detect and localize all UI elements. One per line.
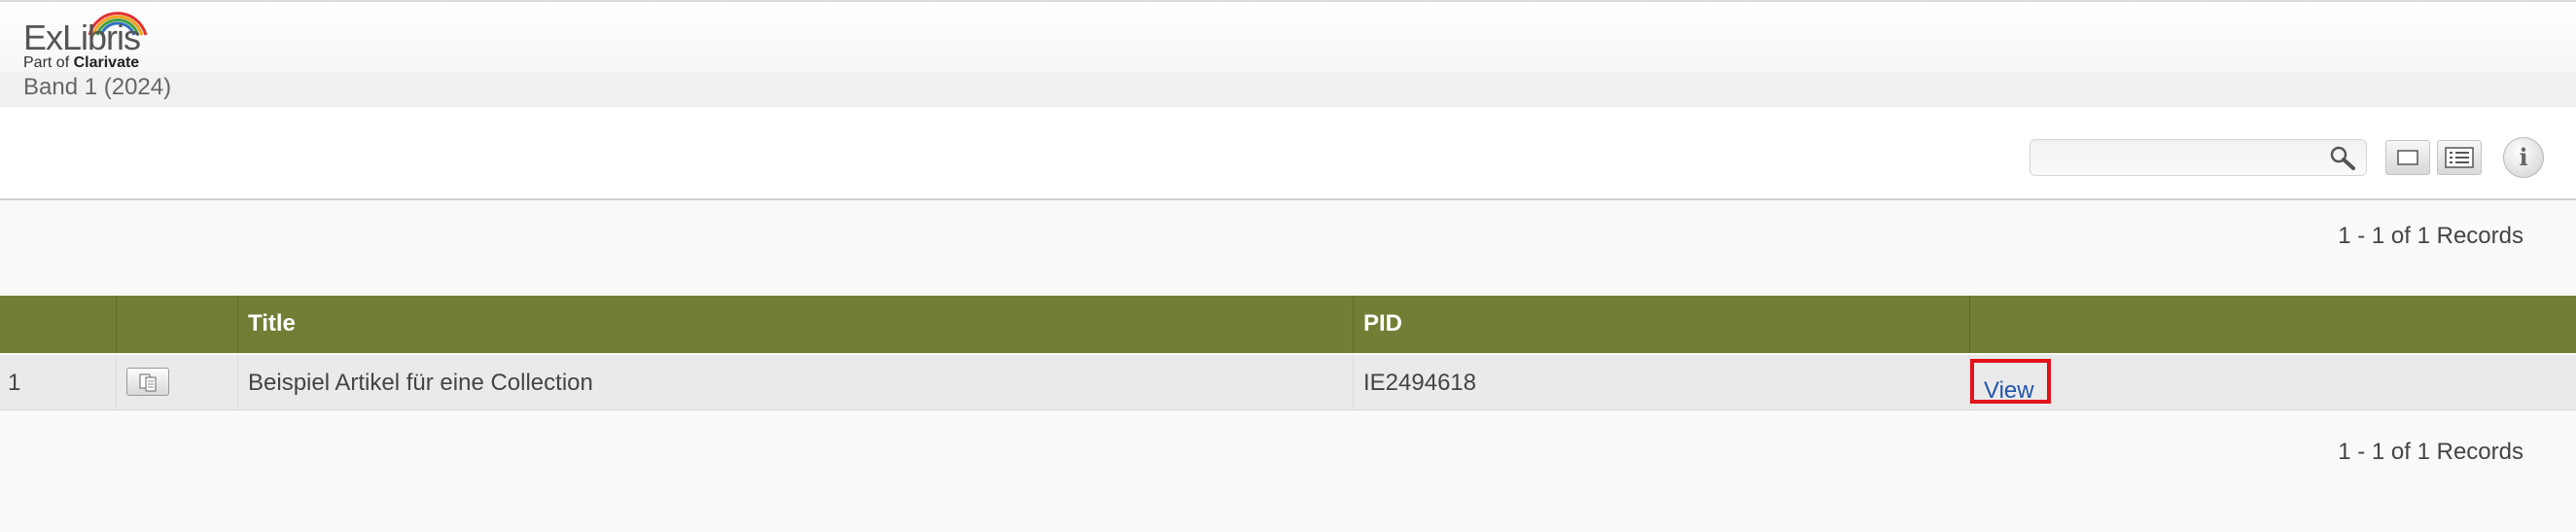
row-title: Beispiel Artikel für eine Collection bbox=[248, 370, 593, 396]
document-icon[interactable] bbox=[126, 368, 169, 396]
info-button[interactable]: i bbox=[2503, 137, 2544, 178]
exlibris-logo: ExLibris Part of Clarivate bbox=[23, 8, 169, 74]
records-summary-bottom: 1 - 1 of 1 Records bbox=[2338, 439, 2523, 465]
logo-subtitle: Part of Clarivate bbox=[23, 54, 139, 72]
row-action-cell: View bbox=[1970, 355, 2576, 409]
header-action bbox=[1970, 296, 2576, 353]
toolbar: i bbox=[0, 107, 2576, 200]
search-box bbox=[2029, 139, 2367, 176]
header-pid[interactable]: PID bbox=[1354, 296, 1970, 353]
row-title-cell: Beispiel Artikel für eine Collection bbox=[238, 355, 1354, 409]
list-view-icon bbox=[2445, 147, 2474, 168]
list-view-button[interactable] bbox=[2437, 140, 2482, 175]
records-summary-top: 1 - 1 of 1 Records bbox=[2338, 223, 2523, 249]
table-row: 1 Beispiel Artikel für eine Collection I… bbox=[0, 355, 2576, 410]
header-number bbox=[0, 296, 117, 353]
search-input[interactable] bbox=[2040, 144, 2316, 173]
table-header: Title PID bbox=[0, 296, 2576, 353]
search-icon[interactable] bbox=[2328, 144, 2357, 171]
row-icon-cell bbox=[117, 355, 238, 409]
collection-band: Band 1 (2024) bbox=[0, 72, 2576, 107]
row-number-cell: 1 bbox=[0, 355, 117, 409]
logo-sub-brand: Clarivate bbox=[73, 54, 140, 71]
header-icon bbox=[117, 296, 238, 353]
row-pid-cell: IE2494618 bbox=[1354, 355, 1970, 409]
header-title[interactable]: Title bbox=[238, 296, 1354, 353]
collection-title: Band 1 (2024) bbox=[23, 74, 172, 100]
logo-wordmark: ExLibris bbox=[23, 18, 141, 57]
logo-sub-prefix: Part of bbox=[23, 54, 70, 71]
info-icon: i bbox=[2519, 143, 2528, 171]
single-view-button[interactable] bbox=[2385, 140, 2430, 175]
row-number: 1 bbox=[8, 370, 21, 396]
row-pid: IE2494618 bbox=[1363, 370, 1477, 396]
single-view-icon bbox=[2397, 150, 2418, 165]
view-link[interactable]: View bbox=[1970, 359, 2051, 404]
